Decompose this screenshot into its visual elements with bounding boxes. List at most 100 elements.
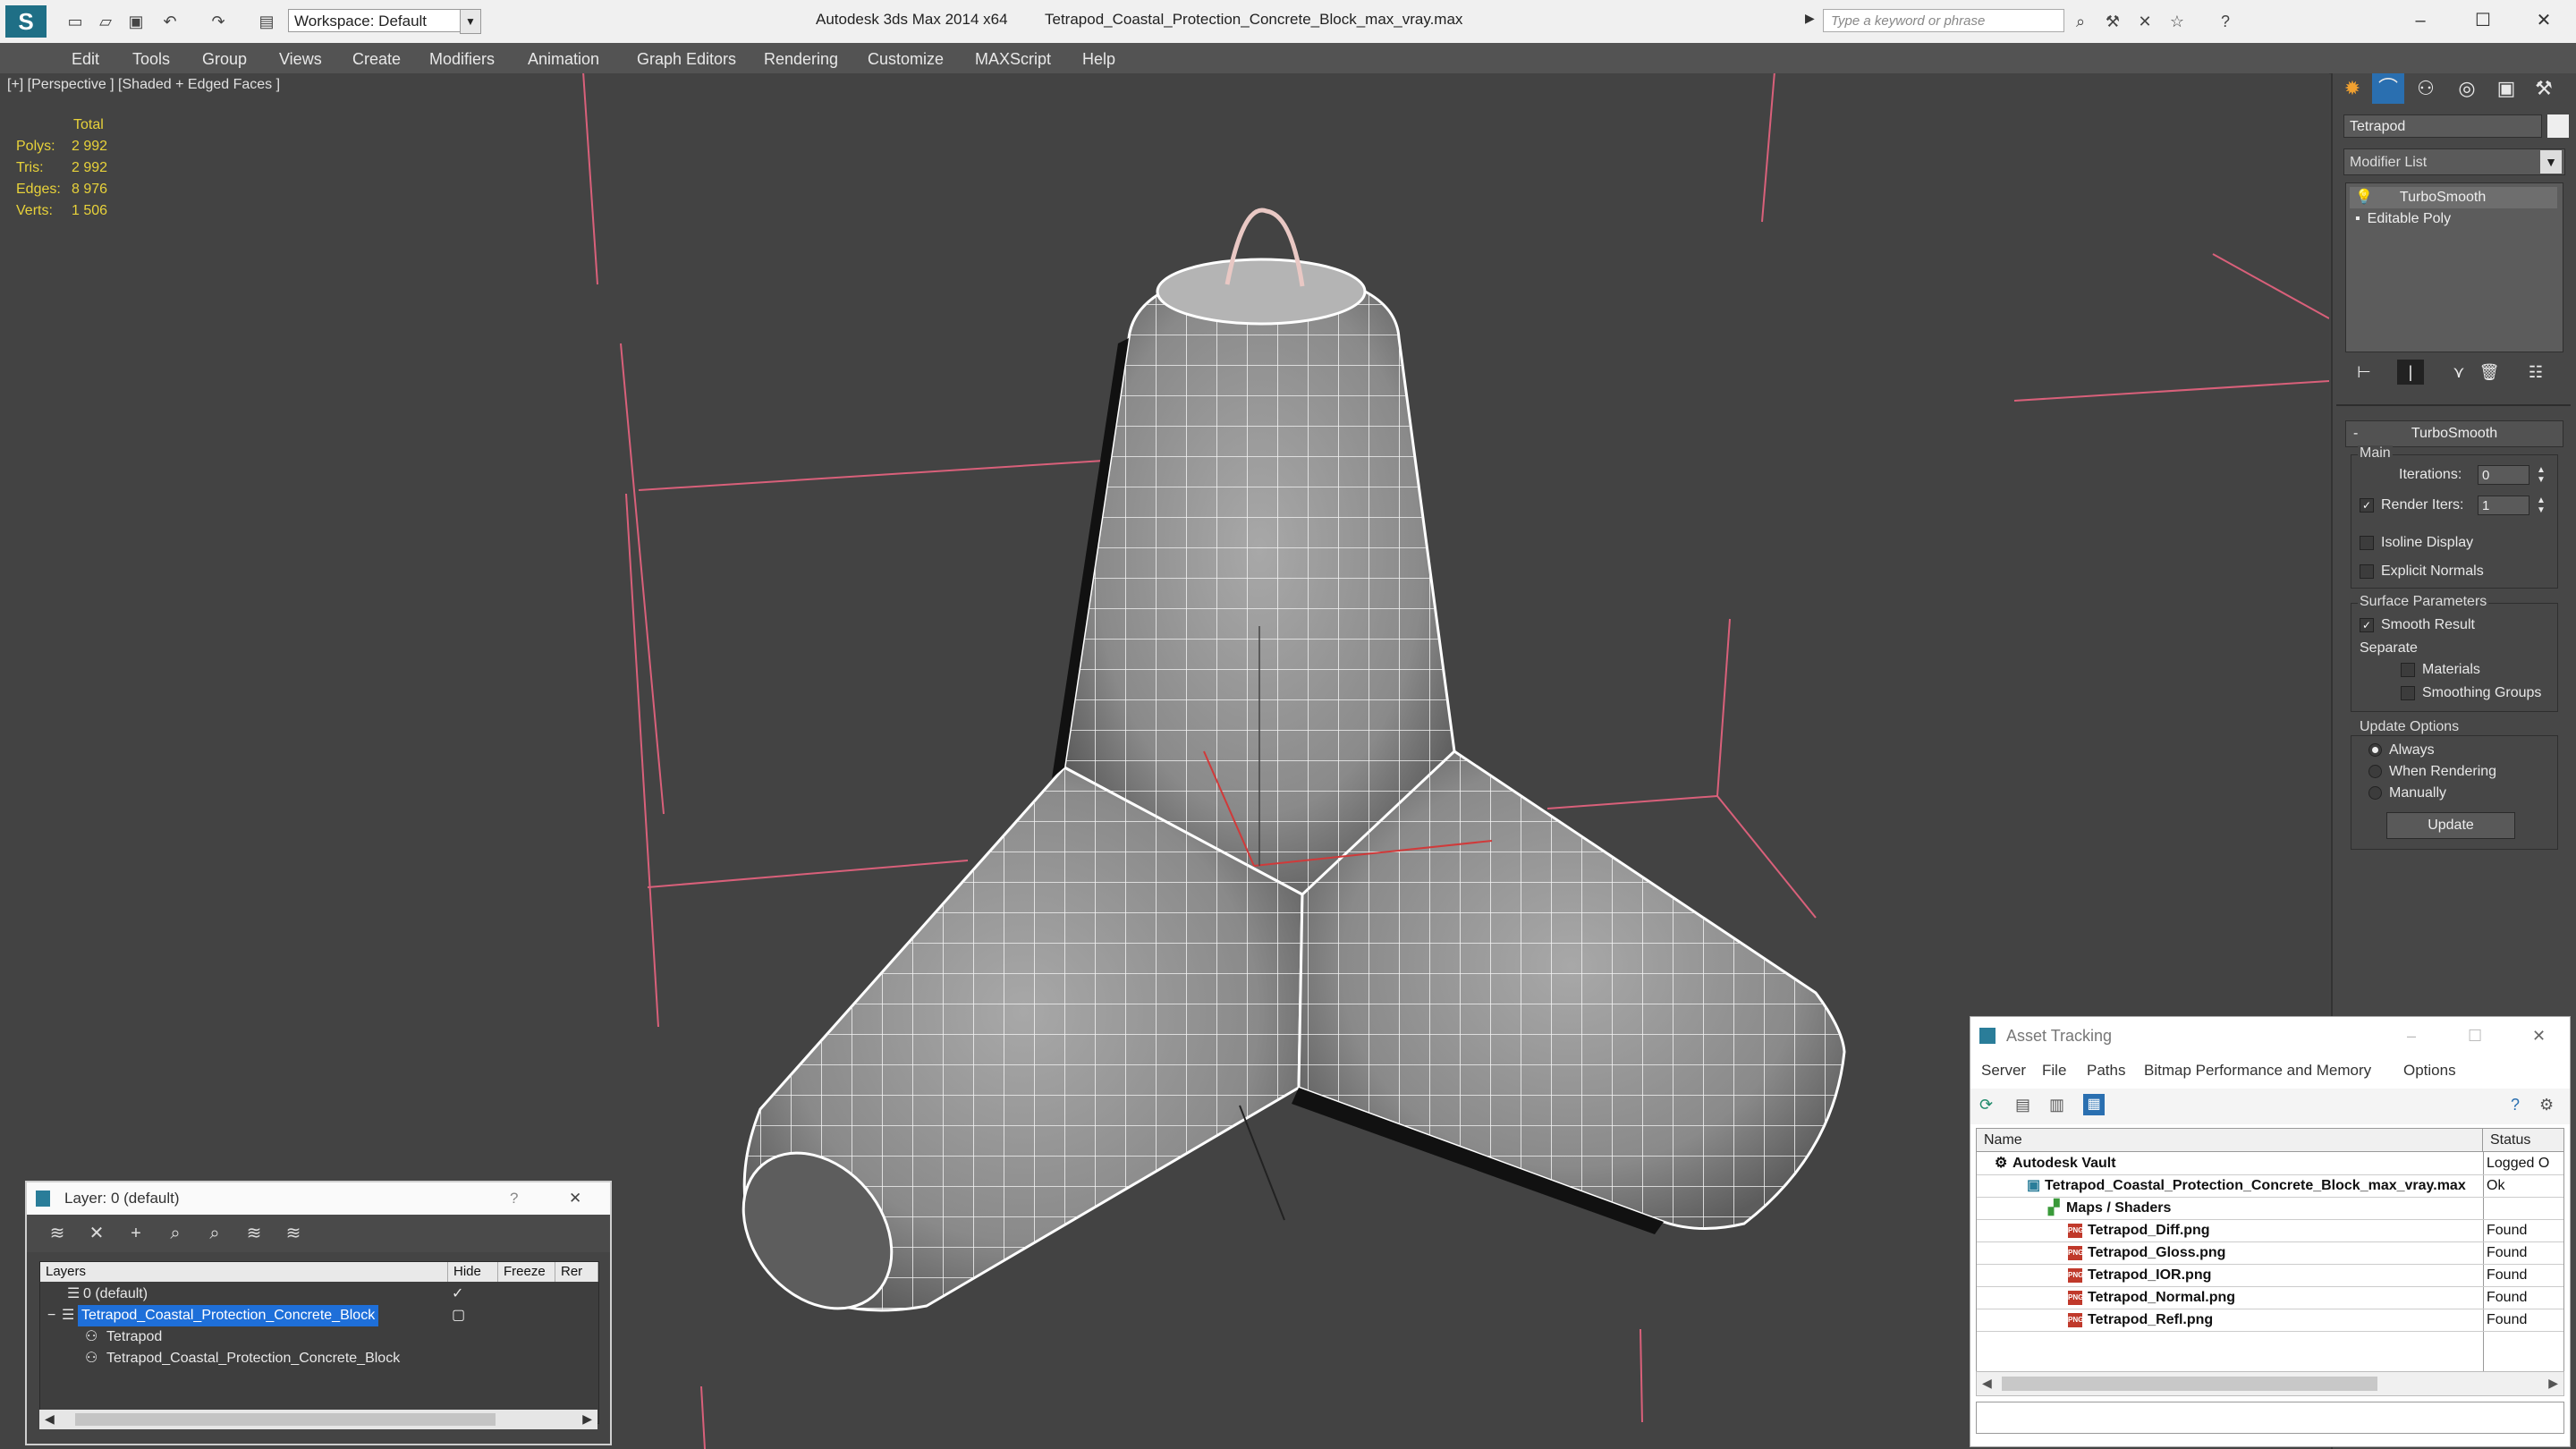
subscription-icon[interactable]: ⚒ [2102, 11, 2123, 32]
column-header-freeze[interactable]: Freeze [498, 1262, 555, 1282]
scroll-left-icon[interactable]: ◀ [45, 1411, 55, 1427]
turbosmooth-rollout-header[interactable]: - TurboSmooth [2345, 420, 2563, 447]
asset-menu-paths[interactable]: Paths [2087, 1062, 2125, 1080]
spinner-arrows-icon[interactable]: ▲ ▼ [2537, 465, 2546, 485]
table-row[interactable]: PNG Tetrapod_IOR.png Found [1977, 1264, 2563, 1287]
checkbox-icon[interactable] [2401, 662, 2415, 677]
menu-graph-editors[interactable]: Graph Editors [637, 50, 736, 69]
close-button[interactable]: ✕ [2526, 5, 2562, 36]
checkbox-icon[interactable]: ✓ [2360, 617, 2374, 632]
lightbulb-icon[interactable]: 💡 [2355, 190, 2373, 205]
column-header-status[interactable]: Status [2483, 1129, 2563, 1152]
display-tab-icon[interactable]: ▣ [2490, 73, 2522, 104]
menu-edit[interactable]: Edit [72, 50, 99, 69]
new-file-icon[interactable]: ▭ [64, 11, 86, 32]
table-row[interactable]: PNG Tetrapod_Normal.png Found [1977, 1286, 2563, 1309]
table-row[interactable]: ⚙ Autodesk Vault Logged O [1977, 1152, 2563, 1175]
make-unique-icon[interactable]: ⋎ [2445, 360, 2472, 385]
object-color-swatch[interactable] [2547, 114, 2569, 138]
table-row[interactable]: PNG Tetrapod_Gloss.png Found [1977, 1241, 2563, 1265]
motion-tab-icon[interactable]: ◎ [2451, 73, 2483, 104]
scroll-thumb[interactable] [2002, 1377, 2377, 1391]
utilities-tab-icon[interactable]: ⚒ [2528, 73, 2560, 104]
asset-menu-file[interactable]: File [2042, 1062, 2066, 1080]
layer-row[interactable]: ☰ 0 (default) ✓ [40, 1284, 598, 1305]
refresh-icon[interactable]: ⟳ [1979, 1096, 1993, 1114]
table-row[interactable]: PNG Tetrapod_Refl.png Found [1977, 1309, 2563, 1332]
spinner-arrows-icon[interactable]: ▲ ▼ [2537, 496, 2546, 515]
detail-view-icon[interactable]: ▥ [2049, 1096, 2064, 1114]
app-logo-button[interactable]: S [5, 5, 47, 38]
radio-icon[interactable] [2368, 786, 2382, 801]
save-icon[interactable]: ▣ [125, 11, 147, 32]
expand-icon[interactable]: ▪ [2355, 211, 2360, 226]
layer-window-titlebar[interactable]: Layer: 0 (default) ? ✕ [27, 1182, 610, 1215]
column-header-name[interactable]: Name [1977, 1129, 2483, 1152]
menu-create[interactable]: Create [352, 50, 401, 69]
materials-checkbox[interactable]: Materials [2401, 662, 2480, 678]
checkbox-icon[interactable]: ✓ [2360, 497, 2374, 513]
close-icon[interactable]: ✕ [569, 1182, 581, 1215]
menu-customize[interactable]: Customize [868, 50, 944, 69]
search-input[interactable]: Type a keyword or phrase [1823, 9, 2064, 32]
select-in-layer-icon[interactable]: ⌕ [163, 1222, 188, 1245]
chevron-down-icon[interactable]: ▼ [2540, 150, 2562, 174]
radio-icon[interactable] [2368, 743, 2382, 758]
tetrapod-mesh[interactable] [713, 208, 1846, 1338]
undo-icon[interactable]: ↶ [159, 11, 181, 32]
remove-modifier-icon[interactable]: 🗑 [2476, 360, 2503, 385]
list-view-icon[interactable]: ▤ [2015, 1096, 2030, 1114]
communication-icon[interactable]: ✕ [2134, 11, 2156, 32]
menu-rendering[interactable]: Rendering [764, 50, 838, 69]
configure-modifier-sets-icon[interactable]: ☷ [2522, 360, 2549, 385]
asset-menu-bitmap-performance[interactable]: Bitmap Performance and Memory [2144, 1062, 2371, 1080]
stack-item-editable-poly[interactable]: ▪ Editable Poly [2350, 208, 2557, 230]
binoculars-icon[interactable]: ⌕ [2070, 11, 2091, 32]
scroll-right-icon[interactable]: ▶ [2548, 1376, 2558, 1391]
menu-views[interactable]: Views [279, 50, 322, 69]
workspace-dropdown[interactable]: Workspace: Default [288, 9, 462, 32]
table-view-icon[interactable]: ▦ [2083, 1094, 2105, 1115]
highlight-layer-icon[interactable]: ⌕ [202, 1222, 227, 1245]
asset-horizontal-scrollbar[interactable]: ◀ ▶ [1976, 1371, 2564, 1396]
menu-group[interactable]: Group [202, 50, 247, 69]
layer-row[interactable]: ⚇ Tetrapod_Coastal_Protection_Concrete_B… [40, 1348, 598, 1369]
manually-radio[interactable]: Manually [2368, 785, 2446, 801]
smoothing-groups-checkbox[interactable]: Smoothing Groups [2401, 685, 2541, 701]
project-folder-icon[interactable]: ▤ [256, 11, 277, 32]
menu-help[interactable]: Help [1082, 50, 1115, 69]
maximize-button[interactable]: ☐ [2465, 5, 2501, 36]
hide-all-layers-icon[interactable]: ≋ [242, 1222, 267, 1245]
layer-help-icon[interactable]: ? [510, 1182, 518, 1215]
viewport-label[interactable]: [+] [Perspective ] [Shaded + Edged Faces… [7, 77, 280, 93]
checkbox-icon[interactable] [2401, 685, 2415, 700]
maximize-button[interactable]: ☐ [2468, 1017, 2482, 1055]
help-icon[interactable]: ? [2215, 11, 2236, 32]
layer-horizontal-scrollbar[interactable]: ◀ ▶ [39, 1410, 597, 1429]
iterations-spinner[interactable]: 0 [2478, 465, 2529, 485]
column-header-render[interactable]: Rer [555, 1262, 598, 1282]
scroll-right-icon[interactable]: ▶ [582, 1411, 592, 1427]
smooth-result-checkbox[interactable]: ✓ Smooth Result [2360, 617, 2475, 633]
hierarchy-tab-icon[interactable]: ⚇ [2410, 73, 2442, 104]
active-layer-check-icon[interactable]: ✓ [452, 1284, 463, 1305]
when-rendering-radio[interactable]: When Rendering [2368, 764, 2496, 780]
create-tab-icon[interactable]: ✹ [2336, 73, 2368, 104]
isoline-display-checkbox[interactable]: Isoline Display [2360, 535, 2473, 551]
asset-menu-options[interactable]: Options [2403, 1062, 2456, 1080]
object-name-field[interactable]: Tetrapod [2343, 114, 2542, 138]
minimize-button[interactable]: – [2407, 1017, 2416, 1055]
active-layer-box-icon[interactable]: ▢ [452, 1305, 465, 1326]
render-iters-spinner[interactable]: 1 [2478, 496, 2529, 515]
checkbox-icon[interactable] [2360, 535, 2374, 550]
help-icon[interactable]: ? [2511, 1096, 2520, 1114]
stack-item-turbosmooth[interactable]: 💡 TurboSmooth [2350, 187, 2557, 208]
menu-tools[interactable]: Tools [132, 50, 170, 69]
table-row[interactable]: ▞ Maps / Shaders [1977, 1197, 2563, 1220]
minimize-button[interactable]: – [2402, 5, 2438, 36]
explicit-normals-checkbox[interactable]: Explicit Normals [2360, 564, 2484, 580]
freeze-all-layers-icon[interactable]: ≋ [281, 1222, 306, 1245]
checkbox-icon[interactable] [2360, 564, 2374, 579]
layer-row[interactable]: ⚇ Tetrapod [40, 1326, 598, 1348]
layer-row[interactable]: − ☰ Tetrapod_Coastal_Protection_Concrete… [40, 1305, 598, 1326]
